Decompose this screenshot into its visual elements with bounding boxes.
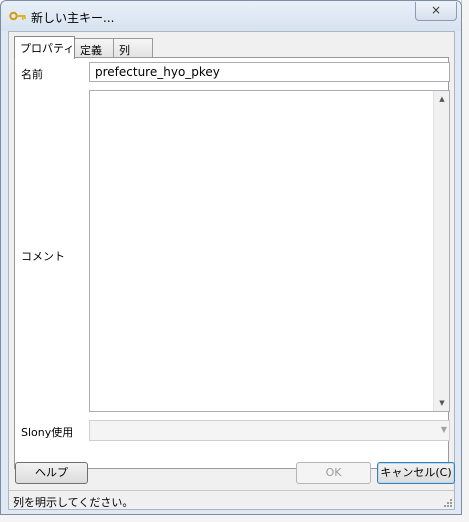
slony-select[interactable]: ▼ [89, 420, 450, 441]
background-window-edge [461, 0, 469, 522]
cancel-button[interactable]: キャンセル(C) [377, 462, 455, 484]
scroll-down-icon[interactable]: ▼ [434, 395, 450, 411]
help-button[interactable]: ヘルプ [15, 462, 88, 484]
tab-properties[interactable]: プロパティ [14, 36, 75, 59]
status-bar: 列を明示してください。 [9, 490, 454, 509]
comment-textarea[interactable]: ▲ ▼ [89, 90, 450, 412]
dialog-client-area: プロパティ 定義 列 名前 prefecture_hyo_pkey コメント ▲… [8, 31, 455, 510]
comment-label: コメント [21, 250, 65, 263]
new-primary-key-dialog: 新しい主キー... × プロパティ 定義 列 名前 prefecture_hyo… [0, 0, 462, 515]
tab-columns[interactable]: 列 [113, 38, 153, 58]
slony-label: Slony使用 [21, 426, 74, 439]
close-button[interactable]: × [415, 2, 457, 21]
background-window-edge-bottom [0, 514, 469, 522]
title-bar[interactable]: 新しい主キー... × [1, 1, 461, 31]
name-input[interactable]: prefecture_hyo_pkey [89, 62, 450, 82]
resize-grip-icon[interactable] [443, 498, 453, 508]
window-title: 新しい主キー... [31, 11, 115, 25]
properties-panel: 名前 prefecture_hyo_pkey コメント ▲ ▼ Slony使用 … [14, 57, 450, 469]
status-message: 列を明示してください。 [13, 496, 134, 509]
ok-button[interactable]: OK [296, 462, 371, 484]
tab-definition[interactable]: 定義 [74, 38, 114, 58]
chevron-down-icon: ▼ [440, 425, 447, 434]
comment-scrollbar[interactable]: ▲ ▼ [433, 91, 449, 411]
name-label: 名前 [21, 68, 43, 81]
close-icon: × [430, 3, 442, 17]
key-icon [9, 9, 27, 23]
scroll-up-icon[interactable]: ▲ [434, 91, 450, 107]
